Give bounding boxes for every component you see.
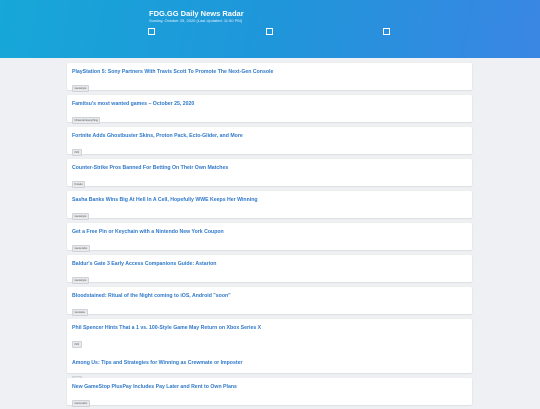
source-badge: Gamebyte (72, 213, 89, 220)
news-headline-link[interactable]: Counter-Strike Pros Banned For Betting O… (72, 165, 467, 172)
news-headline-link[interactable]: PlayStation 5: Sony Partners With Travis… (72, 69, 467, 76)
filter-checkbox-3[interactable] (383, 28, 390, 35)
news-card: Baldur's Gate 3 Early Access Companions … (67, 255, 472, 284)
news-card: Get a Free Pin or Keychain with a Ninten… (67, 223, 472, 252)
filter-checkbox-1[interactable] (148, 28, 155, 35)
news-headline-link[interactable]: Famitsu's most wanted games – October 25… (72, 101, 467, 108)
source-badge: Nintendo Everything (72, 117, 101, 124)
news-headline-link[interactable]: Bloodstained: Ritual of the Night coming… (72, 293, 467, 300)
source-badge: Gamezebo (72, 400, 90, 407)
source-badge: Gamebyte (72, 277, 89, 284)
news-card: Sasha Banks Wins Big At Hell In A Cell, … (67, 191, 472, 220)
page-title: FDG.GG Daily News Radar (149, 9, 244, 18)
news-headline-link[interactable]: Fortnite Adds Ghostbuster Skins, Proton … (72, 133, 467, 140)
page-header: FDG.GG Daily News Radar Sunday, October … (0, 0, 540, 58)
news-card: Counter-Strike Pros Banned For Betting O… (67, 159, 472, 188)
news-card: Bloodstained: Ritual of the Night coming… (67, 287, 472, 316)
news-headline-link[interactable]: Baldur's Gate 3 Early Access Companions … (72, 261, 467, 268)
news-headline-link[interactable]: New GameStop PlusPay Includes Pay Later … (72, 384, 467, 391)
source-badge: IGN (72, 341, 82, 348)
news-card: Fortnite Adds Ghostbuster Skins, Proton … (67, 127, 472, 156)
news-card: PlayStation 5: Sony Partners With Travis… (67, 63, 472, 92)
source-badge: Kotaku (72, 181, 86, 188)
news-feed: PlayStation 5: Sony Partners With Travis… (67, 63, 472, 407)
source-badge: Gematsu (72, 309, 88, 316)
filter-checkbox-2[interactable] (266, 28, 273, 35)
source-badge: IGN (72, 149, 82, 156)
news-card: New GameStop PlusPay Includes Pay Later … (67, 378, 472, 407)
news-headline-link[interactable]: Sasha Banks Wins Big At Hell In A Cell, … (72, 197, 467, 204)
last-updated-text: Sunday, October 25, 2020 (Last Updated: … (149, 18, 243, 23)
source-badge: Gamezebo (72, 245, 90, 252)
news-headline-link[interactable]: Among Us: Tips and Strategies for Winnin… (72, 360, 467, 367)
news-card: Famitsu's most wanted games – October 25… (67, 95, 472, 124)
news-entry: Phil Spencer Hints That a 1 vs. 100-Styl… (72, 325, 467, 350)
news-headline-link[interactable]: Phil Spencer Hints That a 1 vs. 100-Styl… (72, 325, 467, 332)
news-card-group: Phil Spencer Hints That a 1 vs. 100-Styl… (67, 319, 472, 383)
news-headline-link[interactable]: Get a Free Pin or Keychain with a Ninten… (72, 229, 467, 236)
source-badge: Gamebyte (72, 85, 89, 92)
